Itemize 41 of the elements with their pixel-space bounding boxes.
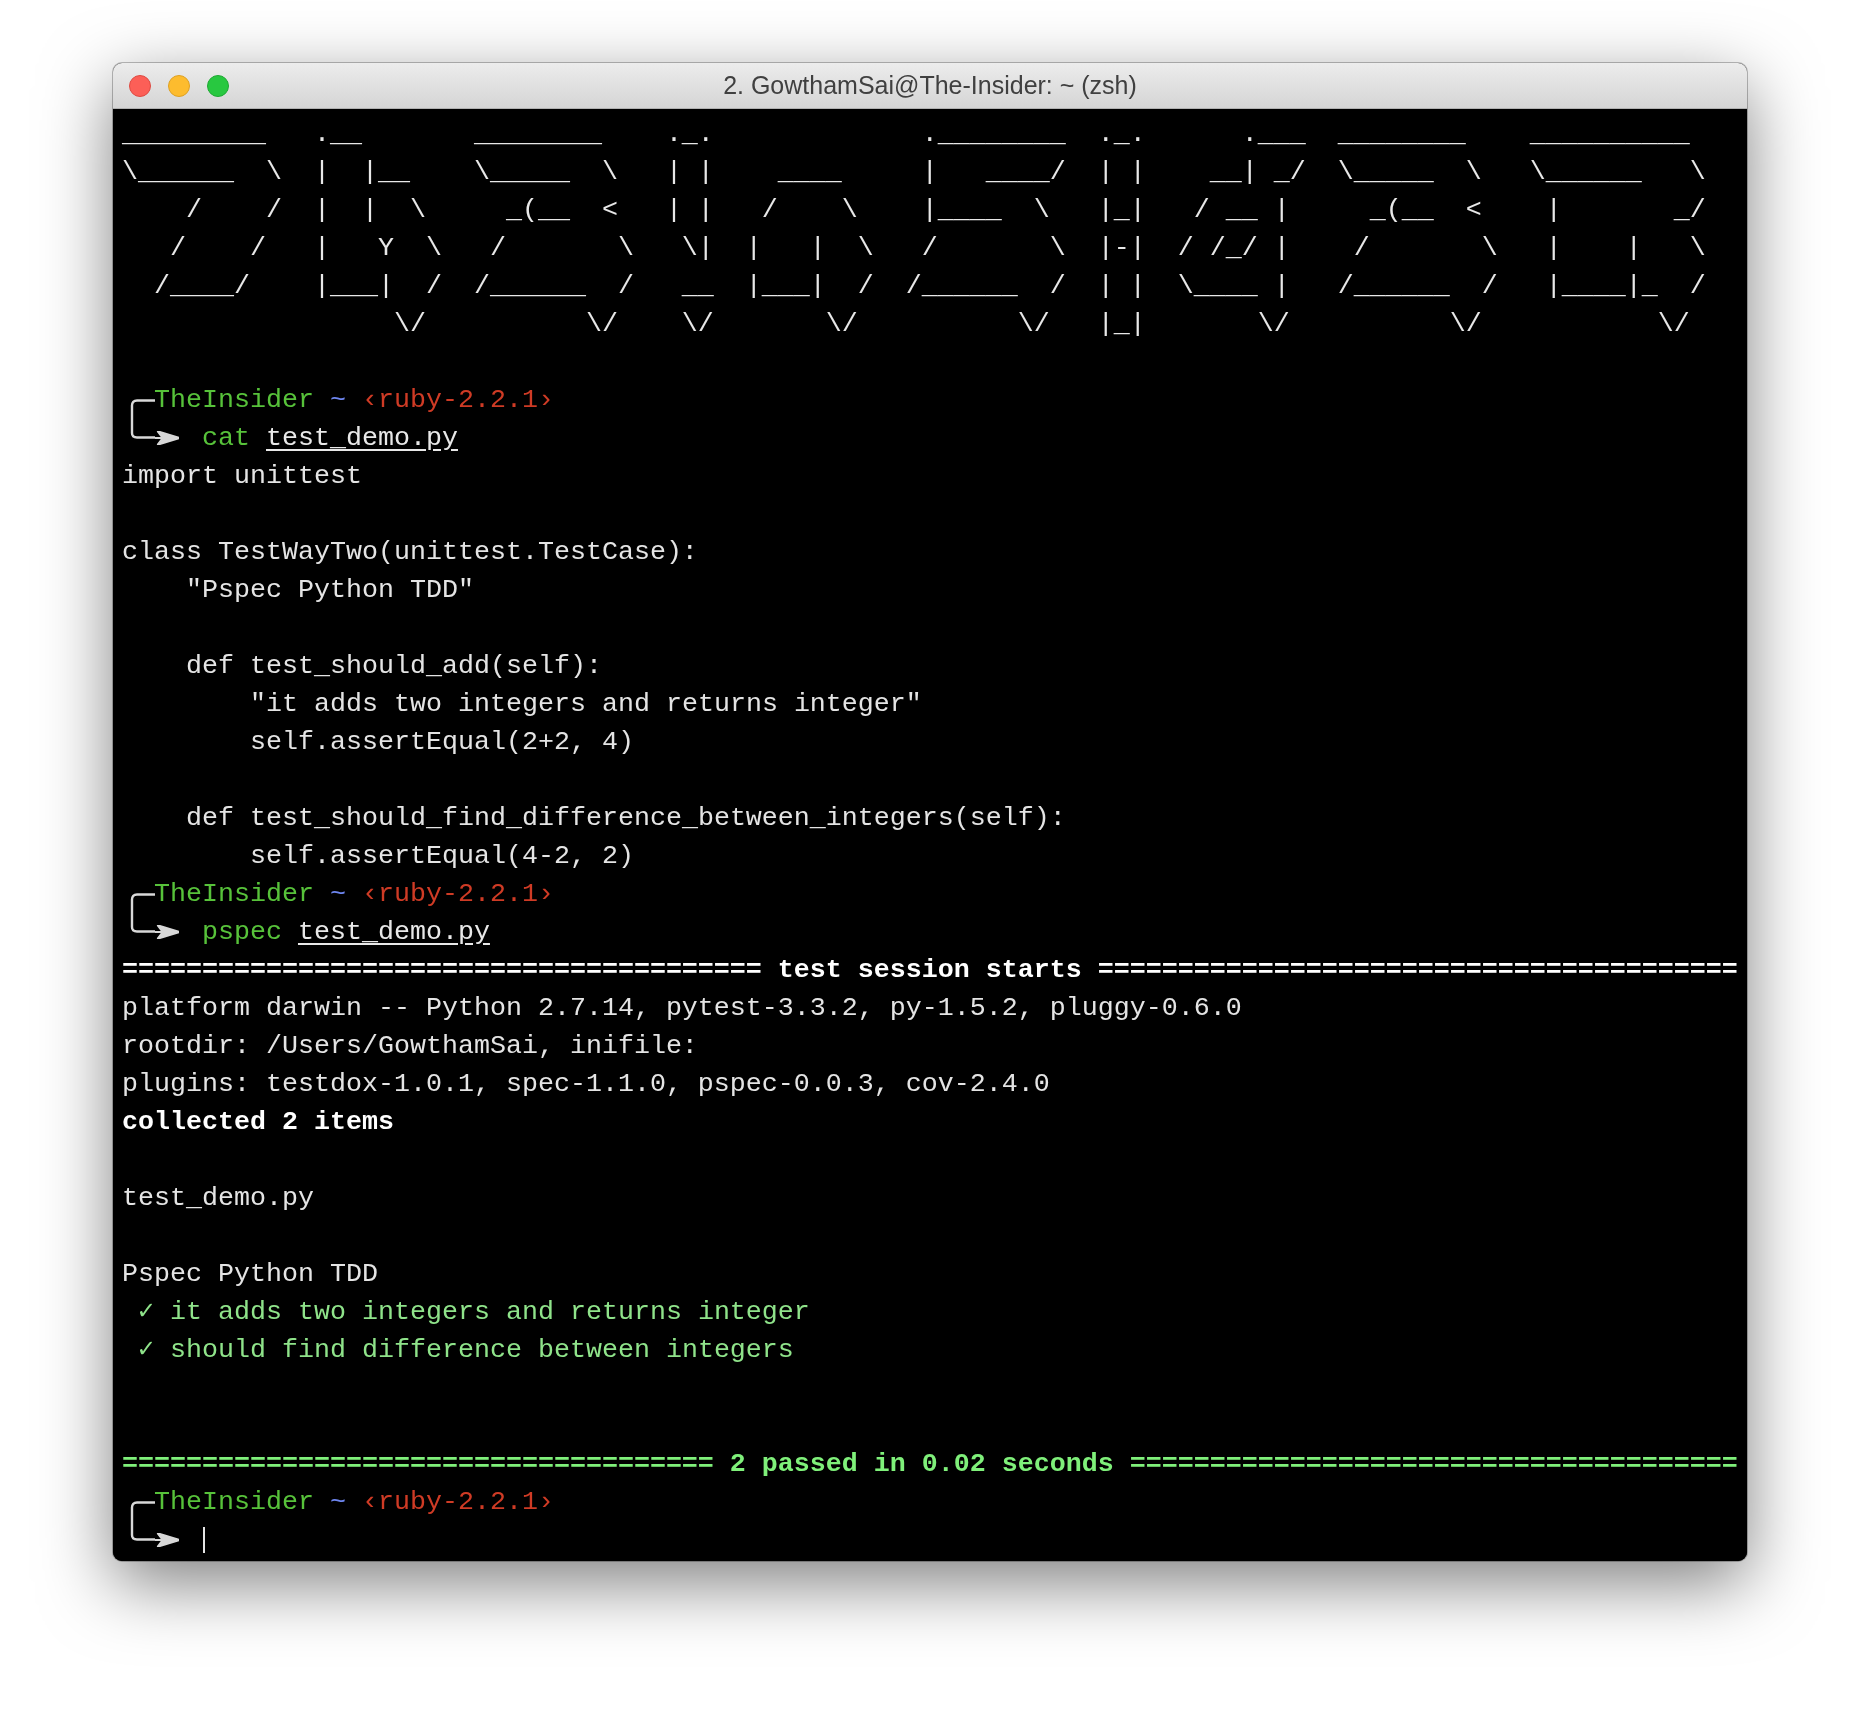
output-line: rootdir: /Users/GowthamSai, inifile:: [122, 1030, 698, 1063]
zoom-button[interactable]: [207, 75, 229, 97]
check-mark: ✓: [138, 1334, 154, 1367]
code-line: def test_should_add(self):: [186, 650, 602, 683]
prompt-username: TheInsider: [154, 878, 314, 911]
command: cat: [202, 422, 250, 455]
code-line: class TestWayTwo(unittest.TestCase):: [122, 536, 698, 569]
passed-test: it adds two integers and returns integer: [170, 1296, 810, 1329]
session-header-line: ======================================== test session starts ========================================: [122, 954, 1738, 987]
ruby-version: ‹ruby-2.2.1›: [361, 384, 554, 417]
code-line: import unittest: [122, 460, 362, 493]
code-line: self.assertEqual(2+2, 4): [250, 726, 634, 759]
prompt-path: ~: [329, 384, 346, 417]
output-line: collected 2 items: [122, 1106, 394, 1139]
arrow-icon: [155, 431, 179, 445]
prompt-username: TheInsider: [154, 1486, 314, 1519]
ruby-version: ‹ruby-2.2.1›: [361, 878, 554, 911]
output-line: plugins: testdox-1.0.1, spec-1.1.0, pspec-0.0.3, cov-2.4.0: [122, 1068, 1050, 1101]
arrow-icon: [155, 925, 179, 939]
code-line: "Pspec Python TDD": [186, 574, 474, 607]
code-line: def test_should_find_difference_between_integers(self):: [186, 802, 1066, 835]
code-line: "it adds two integers and returns integer": [250, 688, 922, 721]
check-mark: ✓: [138, 1296, 154, 1329]
minimize-button[interactable]: [168, 75, 190, 97]
prompt-username: TheInsider: [154, 384, 314, 417]
code-line: self.assertEqual(4-2, 2): [250, 840, 634, 873]
result-summary-line: ===================================== 2 passed in 0.02 seconds ======================================: [122, 1448, 1738, 1481]
file-argument: test_demo.py: [298, 916, 490, 949]
output-line: platform darwin -- Python 2.7.14, pytest-3.3.2, py-1.5.2, pluggy-0.6.0: [122, 992, 1242, 1025]
output-line: test_demo.py: [122, 1182, 314, 1215]
ruby-version: ‹ruby-2.2.1›: [361, 1486, 554, 1519]
file-argument: test_demo.py: [266, 422, 458, 455]
prompt-path: ~: [329, 878, 346, 911]
prompt-path: ~: [329, 1486, 346, 1519]
output-line: Pspec Python TDD: [122, 1258, 378, 1291]
window-title: 2. GowthamSai@The-Insider: ~ (zsh): [723, 71, 1137, 100]
arrow-icon: [155, 1533, 179, 1547]
command: pspec: [202, 916, 282, 949]
passed-test: should find difference between integers: [170, 1334, 794, 1367]
close-button[interactable]: [129, 75, 151, 97]
ascii-art-text: _________ .__ ________ ._. .________ ._. .___ ________ __________ \______ \ | |__ \_____ \ | | ____ | ____/ | | __| _/ \_____ \ \______ \ / / | | \ _(__ < | | / \ |____ \ |_| / __ | _(__ < | _/ / / | Y \ / \ \| | | \ / \ |-| / /_/ | / \ | | \ /____/ |___| / /______ / __ |___| / /______ / | | \____ | /______ / |____|_ / \/ \/ \/ \/ \/ |_| \/ \/ \/: [122, 118, 1707, 341]
